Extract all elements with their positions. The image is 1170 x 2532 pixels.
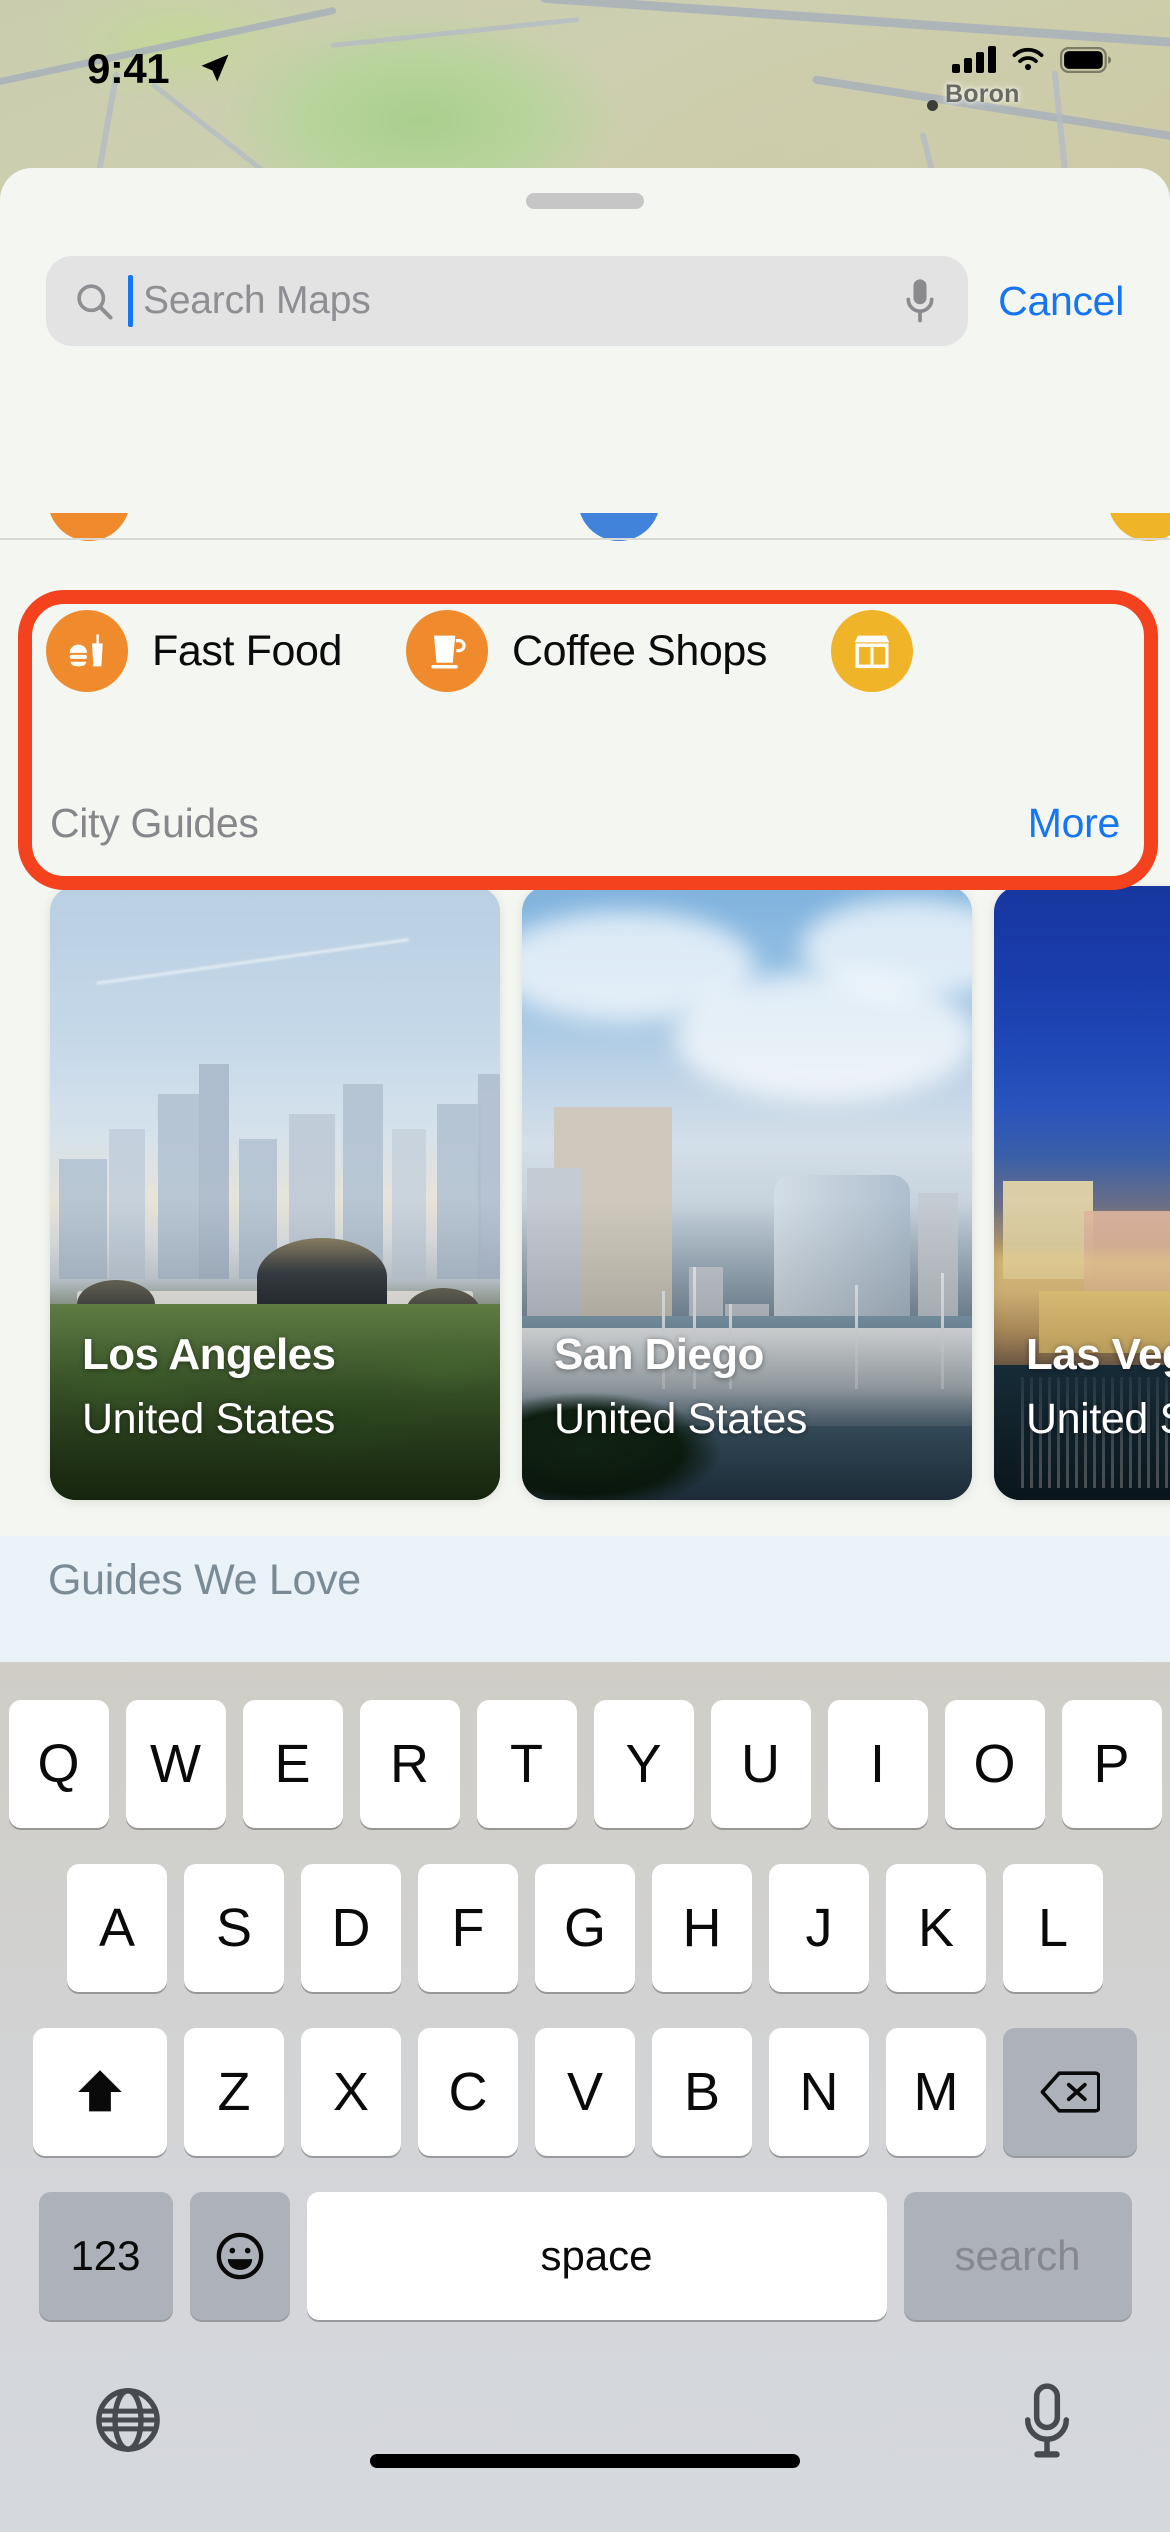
key-y[interactable]: Y: [593, 1700, 694, 1828]
city-card-san-diego[interactable]: San Diego United States: [522, 886, 972, 1500]
map-place-dot: [927, 100, 938, 111]
onscreen-keyboard: Q W E R T Y U I O P A S D F G H J K L Z …: [0, 1662, 1170, 2532]
category-chip-fast-food[interactable]: Fast Food: [46, 610, 342, 692]
category-chip-label: Fast Food: [152, 626, 342, 675]
category-chip-shops[interactable]: [830, 610, 937, 692]
city-card-country: United States: [554, 1395, 807, 1443]
emoji-key[interactable]: [189, 2192, 290, 2320]
category-chip-label: Coffee Shops: [511, 626, 767, 675]
key-l[interactable]: L: [1003, 1864, 1103, 1992]
city-card-country: United States: [82, 1395, 335, 1443]
globe-language-icon: [96, 2388, 160, 2452]
keyboard-row-2: A S D F G H J K L: [0, 1864, 1170, 1992]
keyboard-row-4: 123 space search: [0, 2192, 1170, 2320]
city-card-los-angeles[interactable]: Los Angeles United States: [50, 886, 500, 1500]
search-sheet: Search Maps Cancel Fast Food Coffee Shop…: [0, 168, 1170, 1662]
shift-key[interactable]: [33, 2028, 167, 2156]
partial-icon-1: [48, 513, 130, 541]
status-time: 9:41: [87, 45, 170, 92]
guides-we-love-section: Guides We Love: [0, 1536, 1170, 1662]
key-u[interactable]: U: [710, 1700, 811, 1828]
shift-up-arrow-icon: [78, 2070, 122, 2112]
key-s[interactable]: S: [184, 1864, 284, 1992]
keyboard-row-1: Q W E R T Y U I O P: [0, 1700, 1170, 1828]
city-card-name: San Diego: [554, 1330, 764, 1379]
key-c[interactable]: C: [418, 2028, 518, 2156]
key-g[interactable]: G: [535, 1864, 635, 1992]
divider: [0, 538, 1170, 540]
status-bar-indicators: [952, 46, 1112, 73]
microphone-icon[interactable]: [900, 275, 940, 327]
key-a[interactable]: A: [67, 1864, 167, 1992]
key-p[interactable]: P: [1061, 1700, 1162, 1828]
coffee-cup-icon: [405, 610, 488, 692]
status-bar: 9:41: [0, 0, 1170, 100]
key-b[interactable]: B: [652, 2028, 752, 2156]
text-cursor: [128, 275, 133, 327]
key-v[interactable]: V: [535, 2028, 635, 2156]
globe-key[interactable]: [90, 2382, 166, 2463]
wifi-icon: [1012, 47, 1044, 71]
partial-icon-2: [578, 513, 660, 541]
city-guides-header: City Guides More: [50, 800, 1120, 847]
sheet-grabber[interactable]: [526, 193, 644, 209]
guides-we-love-title: Guides We Love: [48, 1556, 361, 1604]
space-key[interactable]: space: [306, 2192, 887, 2320]
storefront-icon: [830, 610, 913, 692]
location-arrow-icon: [201, 54, 229, 82]
city-guides-title: City Guides: [50, 800, 259, 846]
emoji-smiley-icon: [216, 2232, 263, 2280]
key-d[interactable]: D: [301, 1864, 401, 1992]
key-o[interactable]: O: [944, 1700, 1045, 1828]
dictation-key[interactable]: [1016, 2380, 1078, 2469]
numbers-key[interactable]: 123: [38, 2192, 173, 2320]
partial-icon-3: [1108, 513, 1170, 541]
key-w[interactable]: W: [125, 1700, 226, 1828]
cellular-signal-icon: [952, 46, 996, 73]
key-q[interactable]: Q: [8, 1700, 109, 1828]
microphone-dictation-icon: [1024, 2383, 1070, 2458]
cancel-button[interactable]: Cancel: [998, 278, 1124, 325]
key-x[interactable]: X: [301, 2028, 401, 2156]
key-n[interactable]: N: [769, 2028, 869, 2156]
city-guides-carousel[interactable]: Los Angeles United States San Diego Unit…: [0, 886, 1170, 1506]
backspace-key[interactable]: [1003, 2028, 1137, 2156]
battery-full-icon: [1060, 46, 1111, 73]
search-bar-row: Search Maps Cancel: [0, 241, 1170, 361]
search-icon: [77, 284, 113, 320]
city-card-country: United States: [1026, 1395, 1170, 1443]
city-guides-section: City Guides More Los Angeles United Stat…: [0, 768, 1170, 1528]
city-card-las-vegas[interactable]: Las Vegas United States: [994, 886, 1170, 1500]
key-z[interactable]: Z: [184, 2028, 284, 2156]
key-i[interactable]: I: [827, 1700, 928, 1828]
key-t[interactable]: T: [476, 1700, 577, 1828]
backspace-delete-icon: [1040, 2071, 1100, 2113]
fast-food-icon: [46, 610, 128, 692]
search-placeholder: Search Maps: [143, 279, 371, 322]
key-f[interactable]: F: [418, 1864, 518, 1992]
category-chips-row-partial: [0, 513, 1170, 541]
keyboard-bottom-bar: [0, 2362, 1170, 2492]
search-input[interactable]: Search Maps: [46, 256, 969, 346]
city-card-name: Los Angeles: [82, 1330, 336, 1379]
search-key[interactable]: search: [903, 2192, 1132, 2320]
city-guides-more-button[interactable]: More: [1028, 800, 1121, 847]
key-h[interactable]: H: [652, 1864, 752, 1992]
category-chips-row: Fast Food Coffee Shops: [0, 586, 1170, 716]
city-card-name: Las Vegas: [1026, 1330, 1170, 1379]
key-k[interactable]: K: [886, 1864, 986, 1992]
category-chip-coffee-shops[interactable]: Coffee Shops: [405, 610, 767, 692]
home-indicator: [370, 2454, 800, 2468]
keyboard-row-3: Z X C V B N M: [0, 2028, 1170, 2156]
key-e[interactable]: E: [242, 1700, 343, 1828]
key-m[interactable]: M: [886, 2028, 986, 2156]
key-r[interactable]: R: [359, 1700, 460, 1828]
key-j[interactable]: J: [769, 1864, 869, 1992]
